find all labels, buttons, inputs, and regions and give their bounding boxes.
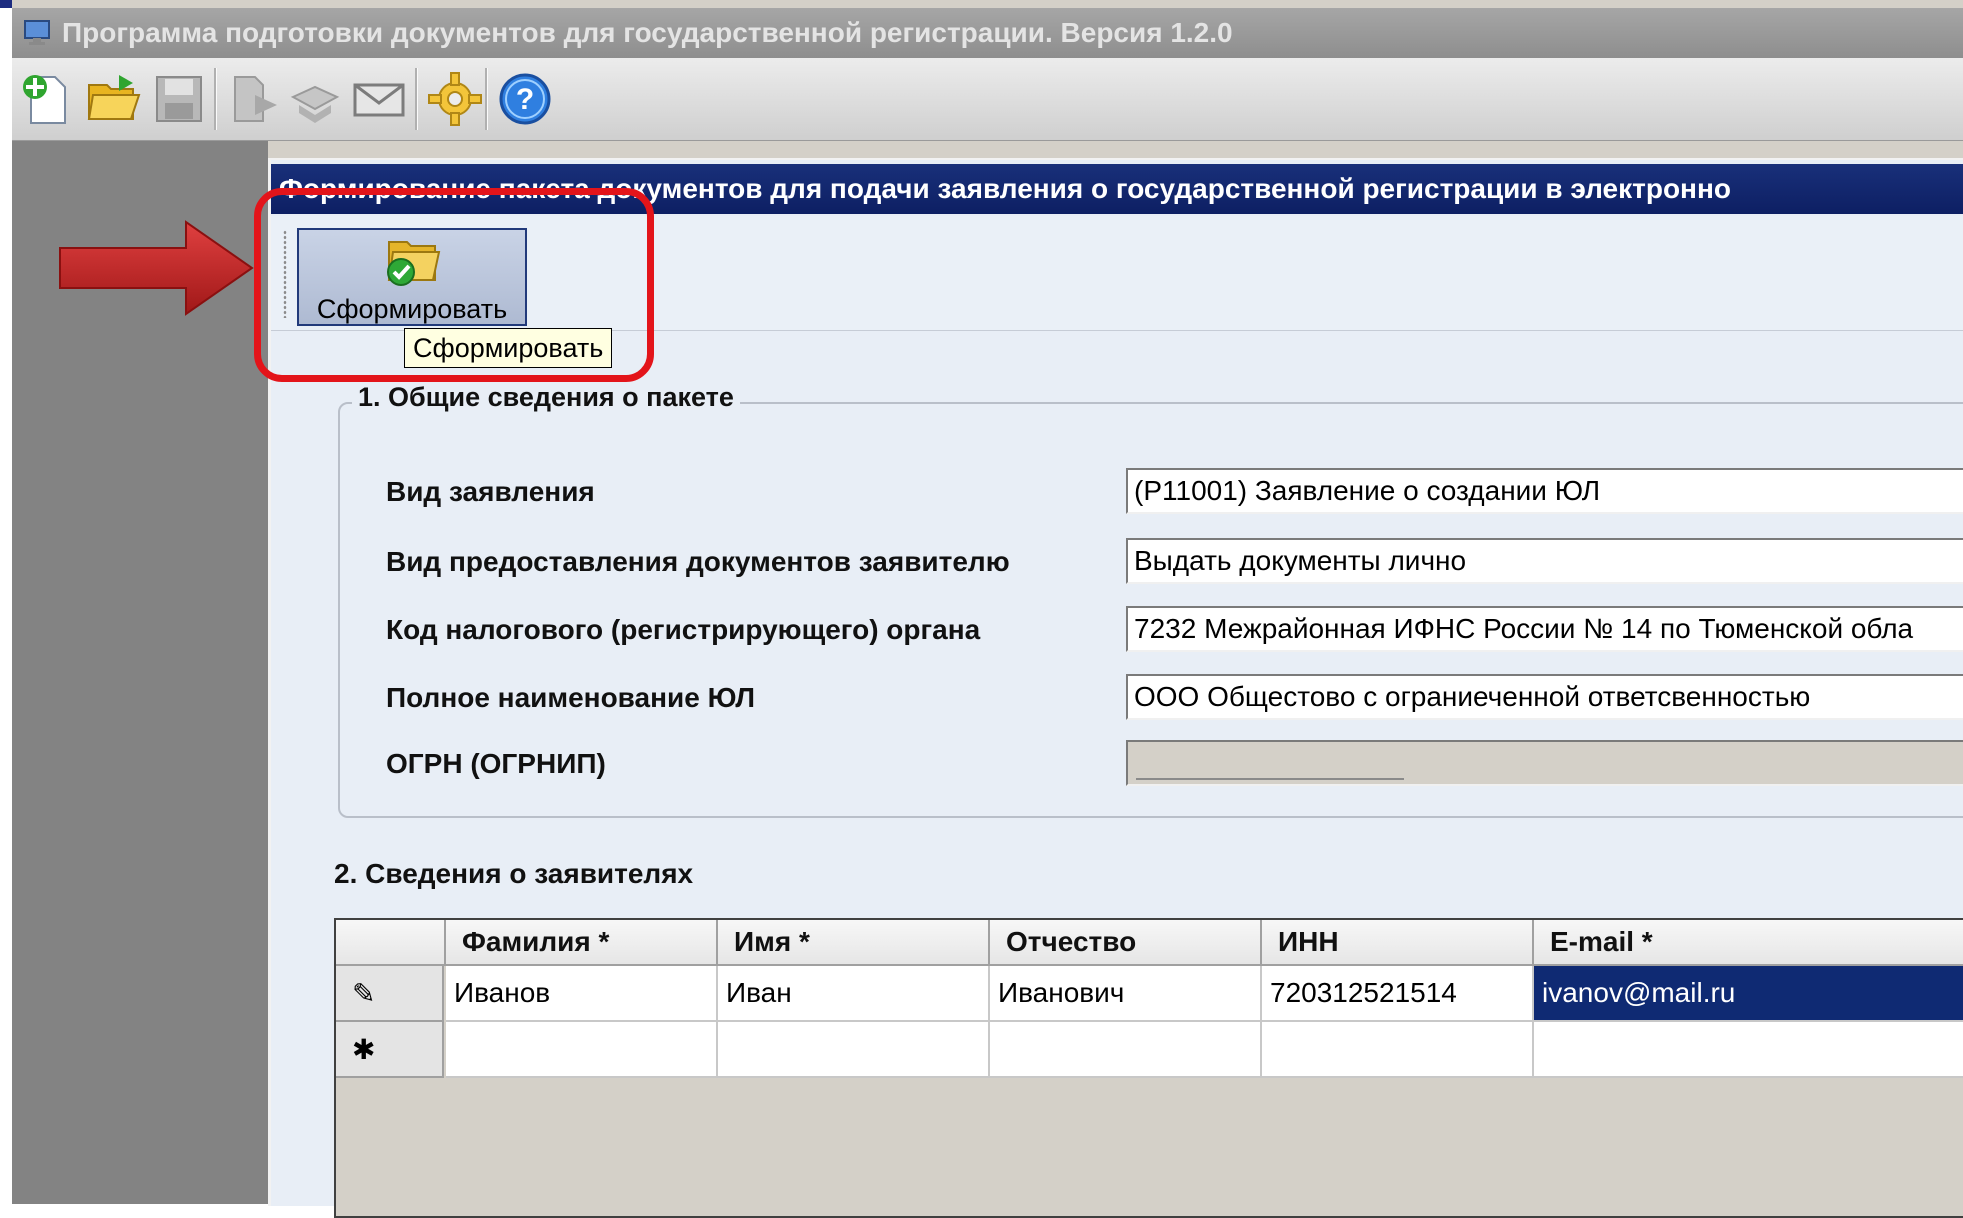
column-header-last-name[interactable]: Фамилия * <box>446 920 718 966</box>
new-document-button[interactable] <box>14 66 80 132</box>
full-name-label: Полное наименование ЮЛ <box>386 682 756 713</box>
column-header-first-name[interactable]: Имя * <box>718 920 990 966</box>
print-icon <box>290 85 340 123</box>
mail-icon <box>353 83 405 117</box>
monitor-icon <box>24 20 50 45</box>
mail-button[interactable] <box>346 66 412 132</box>
cell-new-email[interactable] <box>1534 1022 1963 1078</box>
main-toolbar: ? <box>12 58 1963 141</box>
export-button[interactable] <box>222 66 288 132</box>
full-name-field[interactable]: ООО Общестово с ограниеченной ответсвенн… <box>1126 674 1963 720</box>
general-info-legend: 1. Общие сведения о пакете <box>352 382 740 413</box>
row-header-edit[interactable]: ✎ <box>336 966 444 1022</box>
cell-new-inn[interactable] <box>1262 1022 1534 1078</box>
tax-authority-code-field[interactable]: 7232 Межрайонная ИФНС России № 14 по Тюм… <box>1126 606 1963 652</box>
cell-patronymic[interactable]: Иванович <box>990 966 1262 1022</box>
ogrn-label: ОГРН (ОГРНИП) <box>386 748 606 779</box>
save-icon <box>156 76 202 122</box>
column-header-email[interactable]: E-mail * <box>1534 920 1963 966</box>
annotation-arrow-icon <box>59 220 254 316</box>
toolbar-separator <box>214 68 217 130</box>
window-title: Программа подготовки документов для госу… <box>62 17 1233 48</box>
column-header-patronymic[interactable]: Отчество <box>990 920 1262 966</box>
settings-button[interactable] <box>422 66 488 132</box>
cell-new-last-name[interactable] <box>446 1022 718 1078</box>
row-header-new[interactable]: ✱ <box>336 1022 444 1078</box>
cell-email[interactable]: ivanov@mail.ru <box>1534 966 1963 1022</box>
ogrn-field <box>1126 740 1963 786</box>
title-bar: Программа подготовки документов для госу… <box>12 8 1963 58</box>
svg-text:?: ? <box>516 83 534 116</box>
application-type-label: Вид заявления <box>386 476 595 507</box>
cell-new-patronymic[interactable] <box>990 1022 1262 1078</box>
application-type-field[interactable]: (Р11001) Заявление о создании ЮЛ <box>1126 468 1963 514</box>
new-document-icon <box>23 75 66 124</box>
annotation-highlight-box <box>254 188 654 382</box>
cell-last-name[interactable]: Иванов <box>446 966 718 1022</box>
toolbar-separator <box>485 68 488 130</box>
open-folder-icon <box>87 75 141 120</box>
delivery-method-label: Вид предоставления документов заявителю <box>386 546 1010 577</box>
toolbar-separator <box>415 68 418 130</box>
tax-authority-code-label: Код налогового (регистрирующего) органа <box>386 614 981 645</box>
column-header-inn[interactable]: ИНН <box>1262 920 1534 966</box>
export-icon <box>234 76 277 122</box>
print-button[interactable] <box>282 66 348 132</box>
help-icon: ? <box>499 73 551 125</box>
help-button[interactable]: ? <box>492 66 558 132</box>
cell-new-first-name[interactable] <box>718 1022 990 1078</box>
save-button[interactable] <box>146 66 212 132</box>
grid-corner-header <box>336 920 446 966</box>
settings-icon <box>428 72 482 126</box>
open-button[interactable] <box>80 66 146 132</box>
applicants-grid: Фамилия * Имя * Отчество ИНН E-mail * ✎ … <box>334 918 1963 1218</box>
applicants-section-title: 2. Сведения о заявителях <box>334 858 694 889</box>
delivery-method-field[interactable]: Выдать документы лично <box>1126 538 1963 584</box>
cell-inn[interactable]: 720312521514 <box>1262 966 1534 1022</box>
cell-first-name[interactable]: Иван <box>718 966 990 1022</box>
